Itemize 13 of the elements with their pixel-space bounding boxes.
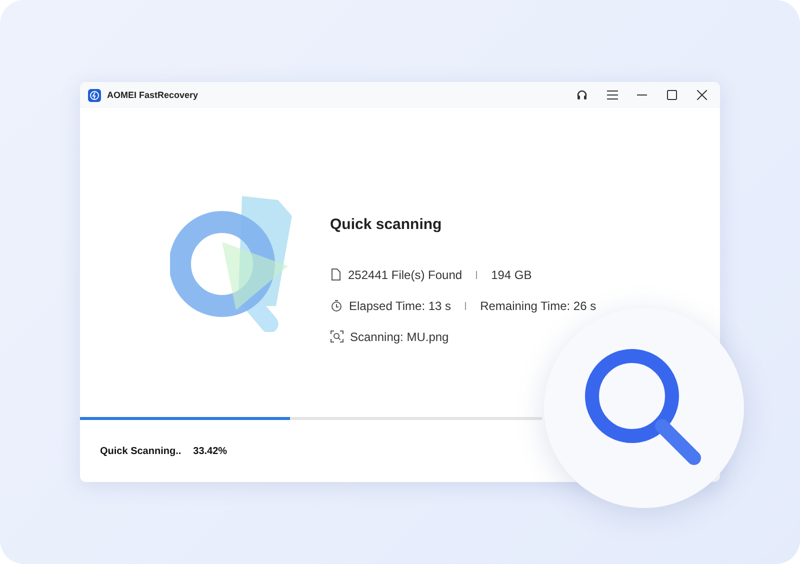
scan-stat: Scanning: MU.png (350, 330, 449, 344)
scan-stat: 194 GB (491, 268, 532, 282)
file-icon (330, 268, 342, 281)
stopwatch-icon (330, 299, 343, 312)
scan-title: Quick scanning (330, 216, 443, 233)
lightning-logo-icon (88, 88, 101, 102)
progress-percent: 33.42% (193, 446, 228, 456)
window-title: AOMEI FastRecovery (107, 90, 200, 100)
scan-stat: Remaining Time: 26 s (480, 298, 596, 312)
scan-stat: Elapsed Time: 13 s (349, 298, 452, 312)
scan-stat: 252441 File(s) Found (348, 268, 462, 282)
scan-icon (330, 330, 344, 343)
progress-label: Quick Scanning.. (100, 446, 182, 456)
